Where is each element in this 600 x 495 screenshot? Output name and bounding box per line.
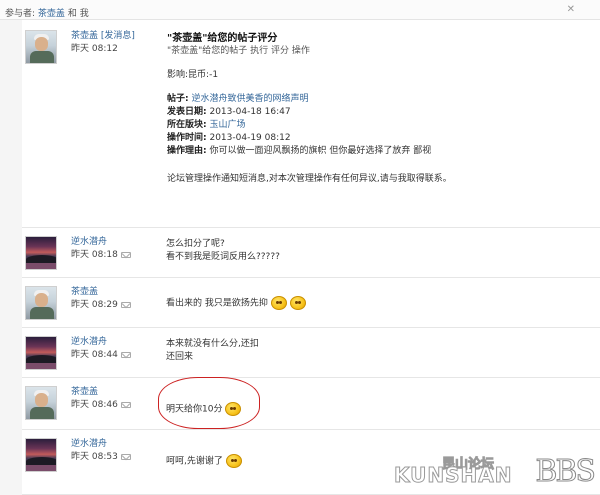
post-line: 帖子: 逆水潜舟致供美香的网络声明 [167, 93, 452, 106]
message-time: 昨天 08:53 [71, 452, 118, 462]
message-meta: 茶壶盖 昨天 08:29 [71, 286, 131, 312]
close-icon[interactable]: ✕ [567, 4, 575, 15]
participants-line: 参与者: 茶壶盖 和 我 [5, 6, 89, 19]
message-line: 还回来 [166, 352, 194, 362]
message-meta: 茶壶盖 [发消息] 昨天 08:12 [71, 30, 135, 56]
participants-label: 参与者: [5, 9, 36, 19]
avatar[interactable] [25, 30, 57, 64]
post-label: 帖子: [167, 94, 189, 104]
list-item: 逆水潜舟 昨天 08:44 本来就没有什么分,还扣 还回来 [22, 328, 600, 378]
message-time: 昨天 08:12 [71, 44, 118, 54]
send-message-link[interactable]: [发消息] [101, 31, 135, 41]
smiley-emoji-icon [225, 454, 242, 468]
published-line: 发表日期: 2013-04-18 16:47 [167, 106, 452, 119]
message-body: 看出来的 我只是欲扬先抑 [166, 296, 306, 311]
envelope-icon[interactable] [120, 453, 131, 460]
avatar[interactable] [25, 386, 57, 420]
impact-line: 影响:昆币:-1 [167, 69, 452, 82]
and-label: 和 [67, 9, 77, 19]
envelope-icon[interactable] [120, 401, 131, 408]
message-line: 本来就没有什么分,还扣 [166, 339, 259, 349]
forum-label: 所在版块: [167, 120, 207, 130]
message-line: 怎么扣分了呢? [166, 239, 225, 249]
envelope-icon[interactable] [120, 301, 131, 308]
sender-name[interactable]: 逆水潜舟 [71, 336, 131, 349]
avatar[interactable] [25, 286, 57, 320]
forum-line: 所在版块: 玉山广场 [167, 119, 452, 132]
message-body: 本来就没有什么分,还扣 还回来 [166, 338, 259, 364]
system-message: 茶壶盖 [发消息] 昨天 08:12 "茶壶盖"给您的帖子评分 "茶壶盖"给您的… [22, 20, 600, 228]
participant-self: 我 [79, 9, 89, 19]
message-line-text: 呵呵,先谢谢了 [166, 456, 223, 467]
message-meta: 茶壶盖 昨天 08:46 [71, 386, 131, 412]
message-line: 看出来的 我只是欲扬先抑 [166, 296, 306, 311]
op-time-value: 2013-04-19 08:12 [209, 133, 291, 143]
post-link[interactable]: 逆水潜舟致供美香的网络声明 [191, 94, 308, 104]
message-line-text: 看出来的 我只是欲扬先抑 [166, 298, 268, 309]
message-body: 呵呵,先谢谢了 [166, 454, 242, 469]
reason-line: 操作理由: 你可以做一面迎风飘扬的旗帜 但你最好选择了放弃 鄙视 [167, 145, 452, 158]
notice-text: 论坛管理操作通知短消息,对本次管理操作有任何异议,请与我取得联系。 [167, 174, 452, 184]
avatar[interactable] [25, 236, 57, 270]
message-time: 昨天 08:46 [71, 400, 118, 410]
message-body: "茶壶盖"给您的帖子评分 "茶壶盖"给您的帖子 执行 评分 操作 影响:昆币:-… [167, 32, 452, 186]
sender-name[interactable]: 逆水潜舟 [71, 236, 131, 249]
message-time: 昨天 08:29 [71, 300, 118, 310]
sender-name[interactable]: 茶壶盖 [71, 286, 131, 299]
message-line: 看不到我是贬词反用么????? [166, 252, 280, 262]
published-label: 发表日期: [167, 107, 207, 117]
list-item: 茶壶盖 昨天 08:29 看出来的 我只是欲扬先抑 [22, 278, 600, 328]
watermark-latin: KUNSHAN [393, 463, 513, 488]
list-item: 茶壶盖 昨天 08:46 明天给你10分 [22, 378, 600, 430]
participant-link-1[interactable]: 茶壶盖 [38, 9, 65, 19]
kunshan-bbs-watermark: 昆山论坛 KUNSHAN BBS [393, 454, 596, 490]
message-body: 怎么扣分了呢? 看不到我是贬词反用么????? [166, 238, 280, 264]
op-time-label: 操作时间: [167, 133, 207, 143]
impact-label: 影响: [167, 70, 189, 80]
message-subtitle: "茶壶盖"给您的帖子 执行 评分 操作 [167, 46, 310, 56]
op-time-line: 操作时间: 2013-04-19 08:12 [167, 132, 452, 145]
avatar[interactable] [25, 336, 57, 370]
message-title: "茶壶盖"给您的帖子评分 [167, 33, 278, 44]
message-meta: 逆水潜舟 昨天 08:44 [71, 336, 131, 362]
sender-name[interactable]: 逆水潜舟 [71, 438, 131, 451]
forum-link[interactable]: 玉山广场 [209, 120, 245, 130]
smiley-emoji-icon [270, 296, 287, 310]
avatar[interactable] [25, 438, 57, 472]
message-meta: 逆水潜舟 昨天 08:53 [71, 438, 131, 464]
impact-value: 昆币:-1 [188, 70, 219, 80]
highlight-circle [158, 377, 260, 429]
envelope-icon[interactable] [120, 251, 131, 258]
conversation-header: 参与者: 茶壶盖 和 我 ✕ [0, 0, 600, 20]
message-meta: 逆水潜舟 昨天 08:18 [71, 236, 131, 262]
reason-label: 操作理由: [167, 146, 207, 156]
smiley-emoji-icon [289, 296, 306, 310]
sender-name[interactable]: 茶壶盖 [71, 31, 98, 41]
reason-value: 你可以做一面迎风飘扬的旗帜 但你最好选择了放弃 鄙视 [209, 146, 432, 156]
left-gutter [0, 20, 22, 495]
published-value: 2013-04-18 16:47 [209, 107, 291, 117]
message-time: 昨天 08:44 [71, 350, 118, 360]
message-time: 昨天 08:18 [71, 250, 118, 260]
list-item: 逆水潜舟 昨天 08:18 怎么扣分了呢? 看不到我是贬词反用么????? [22, 228, 600, 278]
watermark-bbs: BBS [535, 454, 597, 490]
sender-name[interactable]: 茶壶盖 [71, 386, 131, 399]
envelope-icon[interactable] [120, 351, 131, 358]
message-line: 呵呵,先谢谢了 [166, 454, 242, 469]
